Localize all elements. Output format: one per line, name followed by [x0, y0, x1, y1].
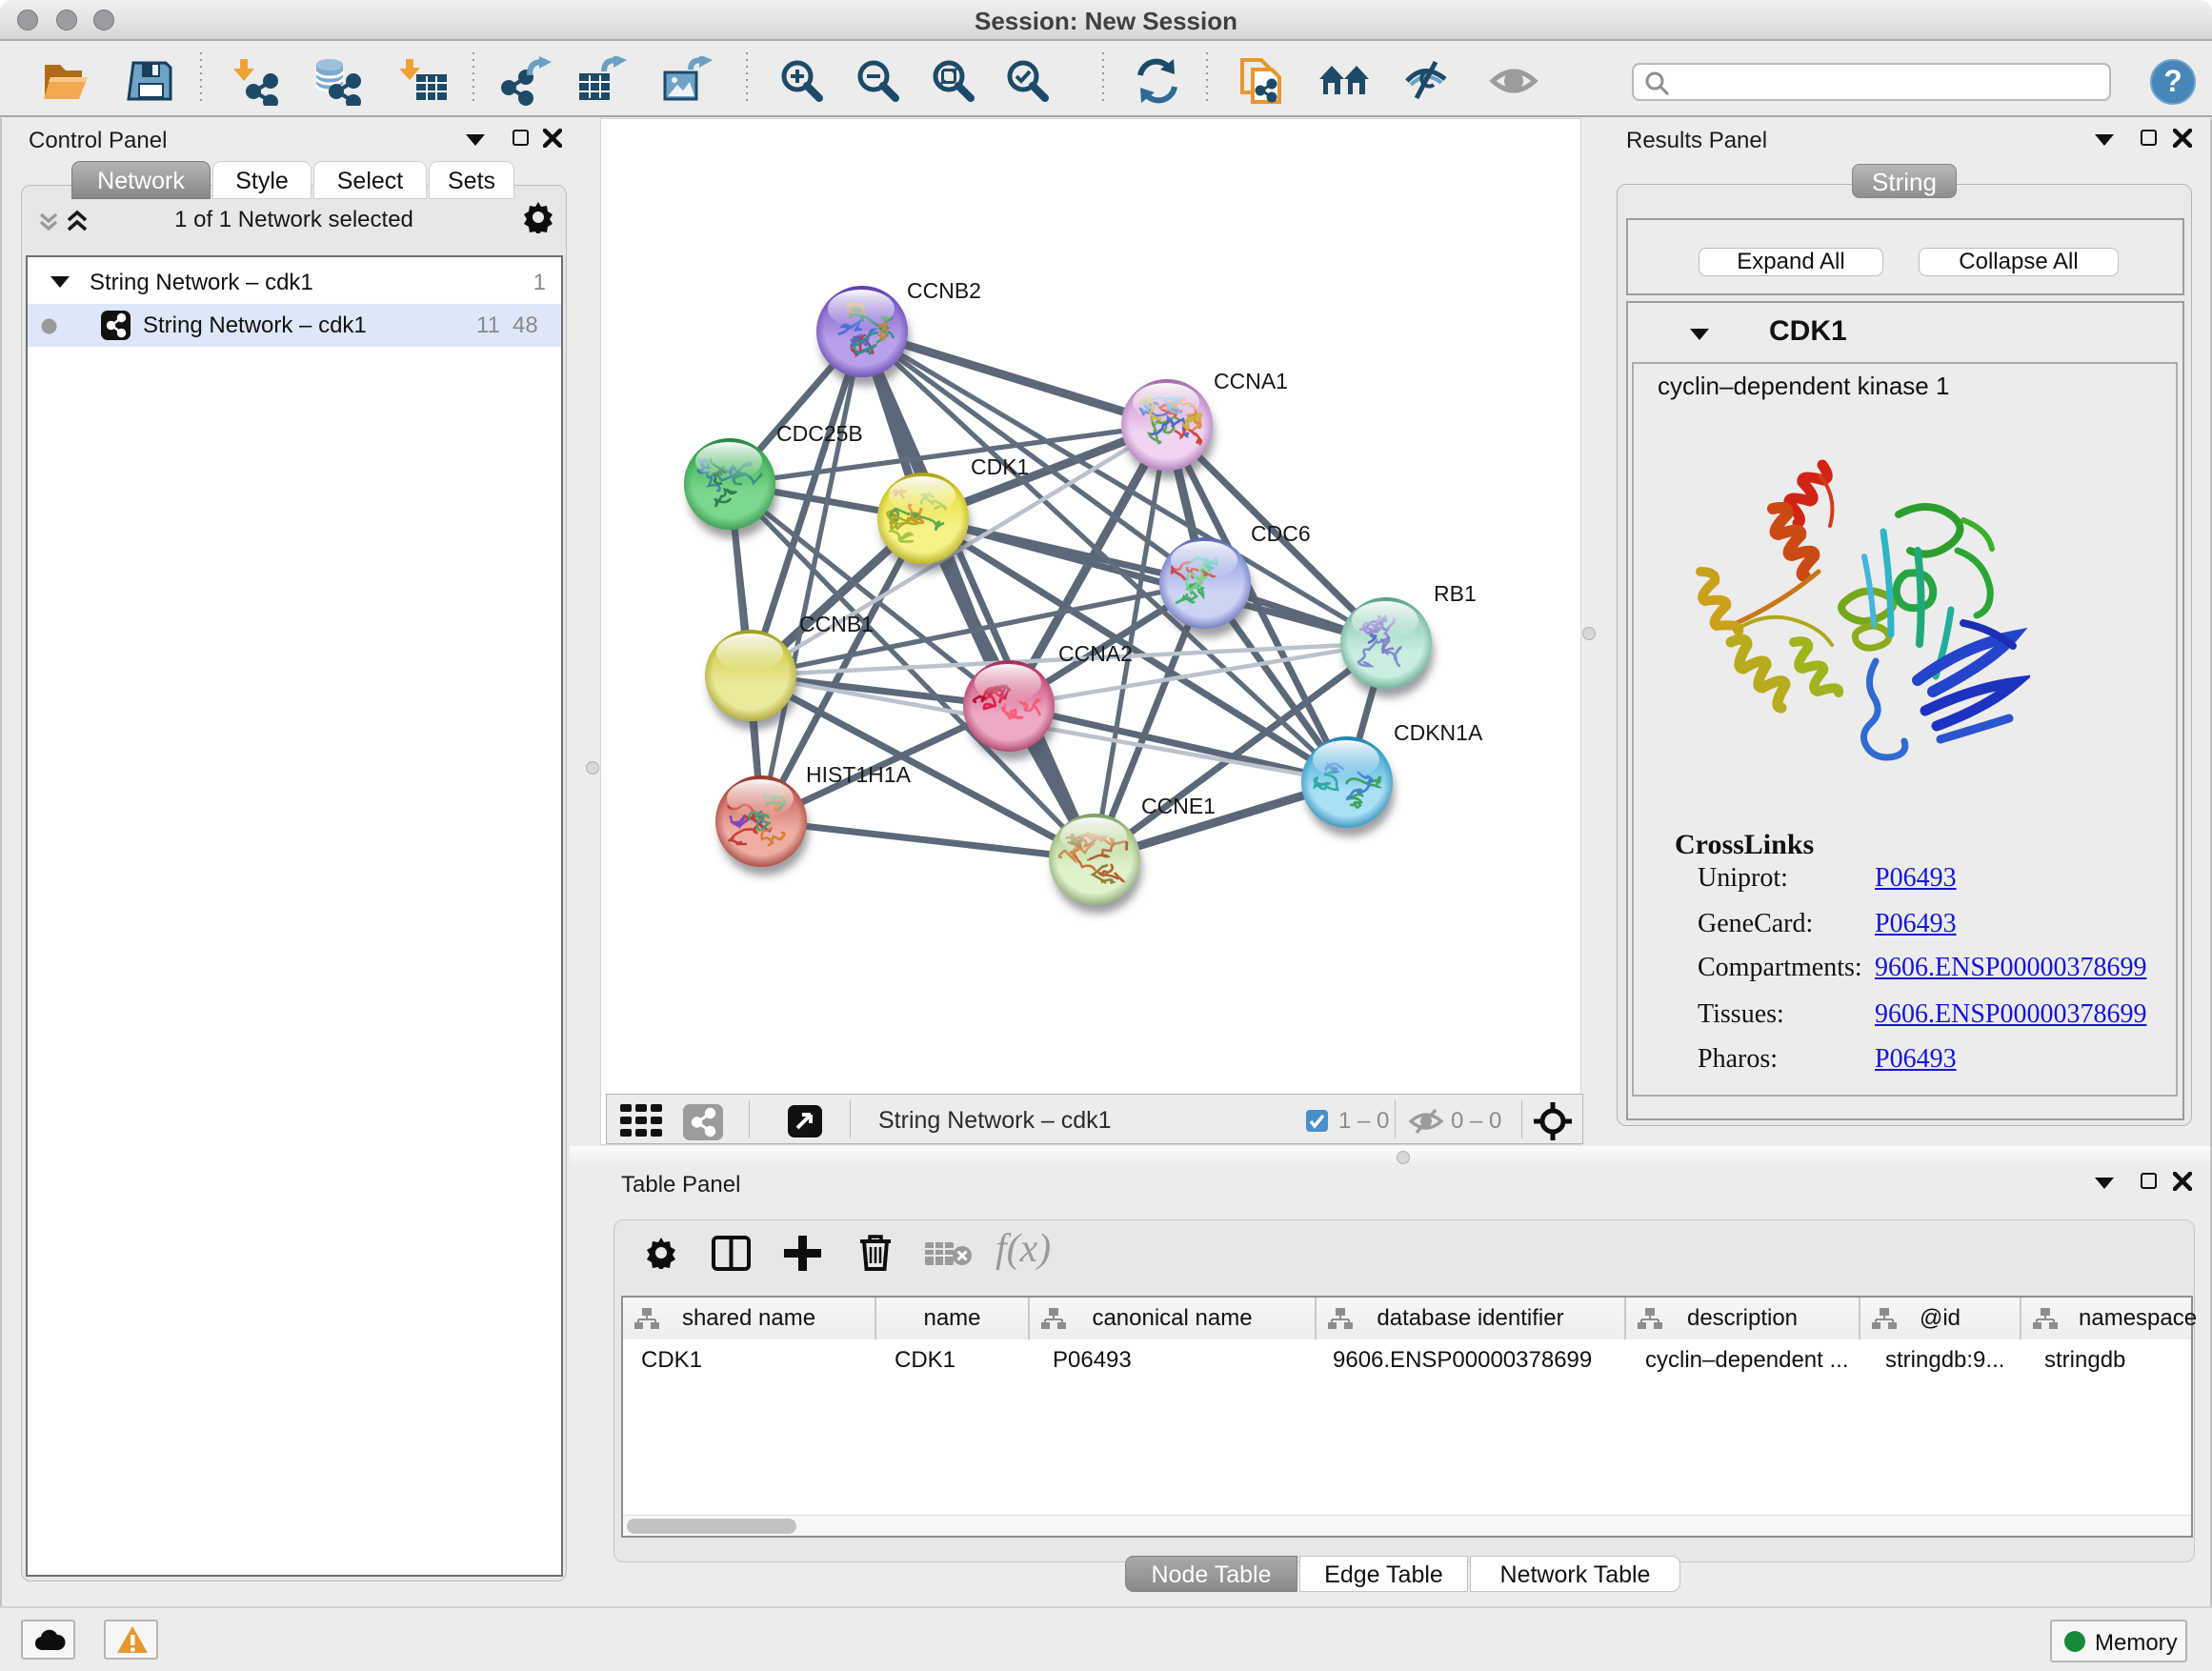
svg-text:RB1: RB1 [1434, 581, 1477, 606]
svg-text:CCNE1: CCNE1 [1141, 794, 1216, 818]
svg-text:CDK1: CDK1 [971, 454, 1029, 479]
svg-text:HIST1H1A: HIST1H1A [806, 762, 912, 787]
svg-text:CDC6: CDC6 [1251, 521, 1311, 546]
svg-text:?: ? [2163, 64, 2182, 98]
svg-text:CCNB2: CCNB2 [907, 278, 981, 303]
svg-text:CDKN1A: CDKN1A [1394, 720, 1483, 745]
svg-text:CCNB1: CCNB1 [799, 612, 874, 636]
svg-text:CCNA2: CCNA2 [1058, 641, 1133, 666]
svg-text:CCNA1: CCNA1 [1214, 369, 1288, 393]
svg-text:CDC25B: CDC25B [776, 421, 863, 446]
